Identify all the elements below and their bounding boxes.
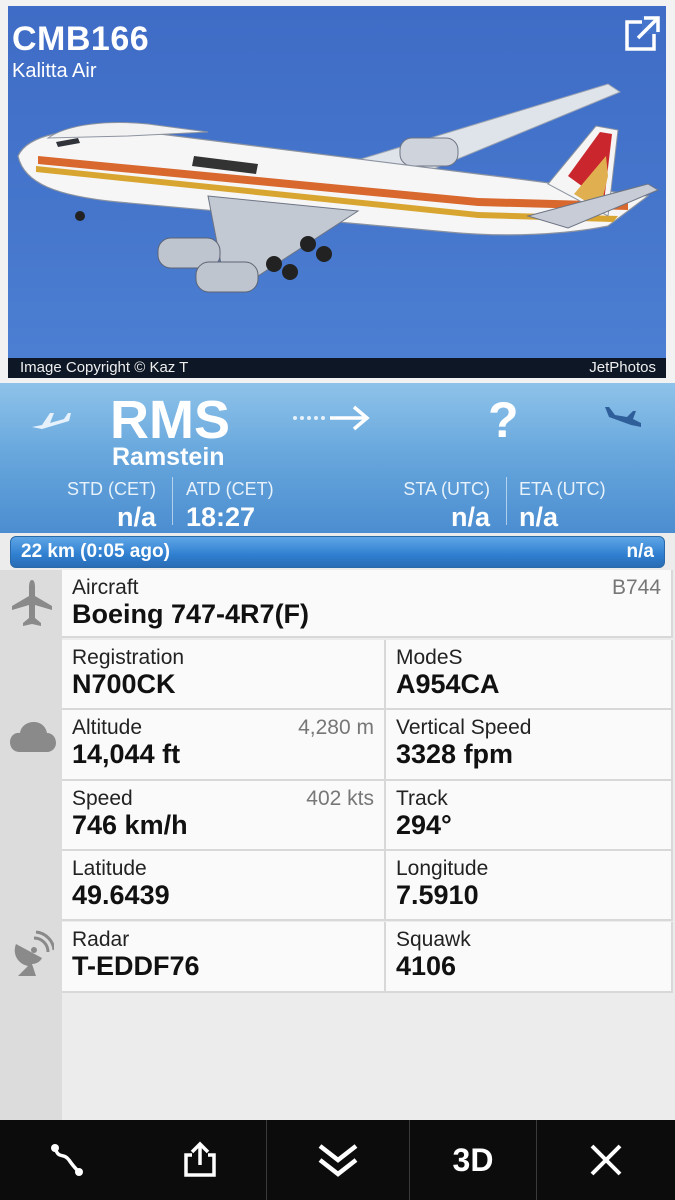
altitude-value: 14,044 ft [72,739,181,769]
modes-label: ModeS [396,646,463,669]
share-icon [183,1141,216,1177]
photo-source[interactable]: JetPhotos [589,358,656,378]
speed-label: Speed [72,787,133,810]
speed-cell[interactable]: Speed 402 kts 746 km/h [62,781,386,851]
speed-knots: 402 kts [306,787,374,810]
latitude-cell[interactable]: Latitude 49.6439 [62,851,386,921]
longitude-cell[interactable]: Longitude 7.5910 [386,851,673,921]
aircraft-model: Boeing 747-4R7(F) [72,599,310,629]
flight-details-grid: Aircraft B744 Boeing 747-4R7(F) Registra… [62,570,675,1120]
aircraft-cell[interactable]: Aircraft B744 Boeing 747-4R7(F) [62,570,673,638]
external-link-icon[interactable] [624,14,662,52]
close-icon [590,1144,622,1176]
origin-code: RMS [110,390,230,450]
squawk-cell[interactable]: Squawk 4106 [386,922,673,993]
radar-cell[interactable]: Radar T-EDDF76 [62,922,386,993]
radar-value: T-EDDF76 [72,951,200,981]
cloud-icon [10,722,56,752]
eta-block: ETA (UTC) n/a [519,479,615,532]
modes-cell[interactable]: ModeS A954CA [386,640,673,710]
flight-code: CMB166 [12,20,150,58]
flight-progress-bar: 22 km (0:05 ago) n/a [10,536,665,568]
airplane-icon [12,580,52,626]
close-button[interactable] [537,1120,675,1200]
share-button[interactable] [133,1120,266,1200]
double-chevron-down-icon [318,1144,358,1177]
squawk-label: Squawk [396,928,471,951]
track-cell[interactable]: Track 294° [386,781,673,851]
route-icon [50,1144,83,1176]
airline-name: Kalitta Air [12,60,97,82]
photo-credit-bar: Image Copyright © Kaz T JetPhotos [8,358,666,378]
eta-label: ETA (UTC) [519,479,606,499]
latitude-label: Latitude [72,857,147,880]
vertical-speed-label: Vertical Speed [396,716,532,739]
eta-value: n/a [519,502,559,532]
registration-label: Registration [72,646,185,669]
vertical-speed-cell[interactable]: Vertical Speed 3328 fpm [386,710,673,781]
radar-label: Radar [72,928,130,951]
std-value: n/a [116,502,156,532]
track-value: 294° [396,810,452,840]
squawk-value: 4106 [396,951,457,981]
altitude-meters: 4,280 m [298,716,374,739]
altitude-label: Altitude [72,716,143,739]
photo-copyright: Image Copyright © Kaz T [20,359,189,376]
three-d-button[interactable]: 3D [410,1120,536,1200]
route-arrow-icon [293,405,370,431]
aircraft-type-code: B744 [611,576,661,599]
divider [172,477,173,525]
longitude-label: Longitude [396,857,489,880]
altitude-cell[interactable]: Altitude 4,280 m 14,044 ft [62,710,386,781]
sta-block: STA (UTC) n/a [392,479,490,532]
track-label: Track [396,787,448,810]
modes-value: A954CA [396,669,500,699]
distance-flown: 22 km (0:05 ago) [21,541,170,562]
sta-value: n/a [450,502,490,532]
aircraft-photo-image [17,83,660,293]
speed-value: 746 km/h [72,810,188,840]
divider [506,477,507,525]
route-button[interactable] [0,1120,133,1200]
std-block: STD (CET) n/a [60,479,156,532]
radar-dish-icon [14,930,54,976]
sta-label: STA (UTC) [403,479,490,499]
latitude-value: 49.6439 [72,880,170,910]
aircraft-label: Aircraft [72,576,139,599]
three-d-label: 3D [452,1141,494,1178]
section-icon-rail [0,570,62,1120]
longitude-value: 7.5910 [396,880,479,910]
origin-city: Ramstein [112,443,225,471]
takeoff-icon [32,413,71,429]
atd-value: 18:27 [186,502,256,532]
registration-value: N700CK [72,669,176,699]
atd-block: ATD (CET) 18:27 [186,479,280,532]
destination-code: ? [488,392,519,448]
bottom-toolbar: 3D [0,1120,675,1200]
collapse-button[interactable] [267,1120,409,1200]
vertical-speed-value: 3328 fpm [396,739,514,769]
atd-label: ATD (CET) [186,479,274,499]
distance-remaining: n/a [626,541,654,562]
route-panel: RMS Ramstein ? STD (CET) n/a ATD (CET) 1… [0,383,675,533]
aircraft-photo[interactable]: CMB166 Kalitta Air Image Copyright © Kaz… [8,6,666,378]
std-label: STD (CET) [67,479,156,499]
registration-cell[interactable]: Registration N700CK [62,640,386,710]
aircraft-photo-panel: CMB166 Kalitta Air Image Copyright © Kaz… [0,0,675,383]
landing-icon [605,407,641,427]
